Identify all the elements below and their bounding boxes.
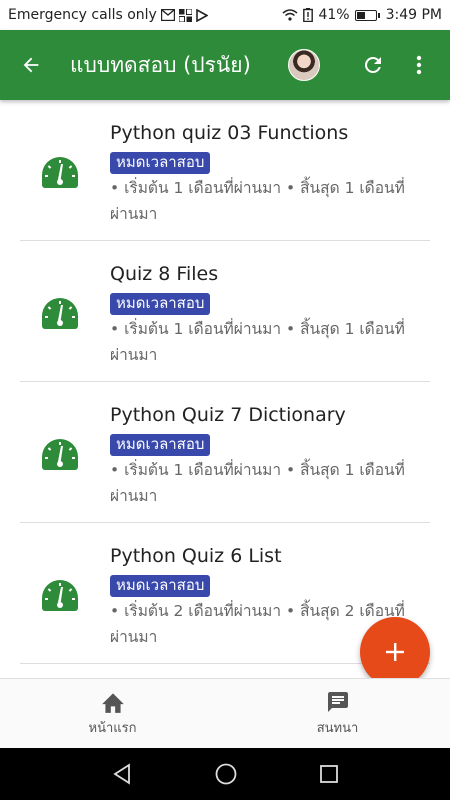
quiz-list-item[interactable]: Python Quiz 7 Dictionary หมดเวลาสอบ • เริ่… — [20, 382, 430, 523]
carrier-text: Emergency calls only — [8, 7, 157, 23]
app-grid-icon — [178, 8, 192, 22]
nav-chat-label: สนทนา — [316, 720, 359, 736]
more-vert-icon — [416, 55, 422, 75]
recents-square-icon[interactable] — [319, 764, 339, 784]
quiz-list-item[interactable]: Quiz 8 Files หมดเวลาสอบ • เริ่มต้น 1 เดือน… — [20, 241, 430, 382]
battery-percent: 41% — [318, 7, 350, 23]
quiz-title: Python Quiz 6 List — [110, 545, 282, 567]
add-icon — [386, 643, 404, 661]
quiz-dates: • เริ่มต้น 1 เดือนที่ผ่านมา • สิ้นสุด 1 … — [110, 461, 405, 505]
status-badge: หมดเวลาสอบ — [110, 434, 211, 456]
quiz-dates: • เริ่มต้น 1 เดือนที่ผ่านมา • สิ้นสุด 1 … — [110, 179, 405, 223]
arrow-back-icon — [23, 57, 39, 73]
refresh-icon — [364, 56, 381, 73]
quiz-gauge-icon — [40, 155, 80, 193]
status-badge: หมดเวลาสอบ — [110, 293, 211, 315]
status-badge: หมดเวลาสอบ — [110, 152, 211, 174]
back-triangle-icon[interactable] — [111, 763, 133, 785]
status-bar: Emergency calls only 41% 3:49 PM — [0, 0, 450, 30]
home-icon — [101, 692, 124, 713]
quiz-gauge-icon — [40, 437, 80, 475]
avatar[interactable] — [288, 49, 320, 81]
quiz-gauge-icon — [40, 296, 80, 334]
nav-chat[interactable]: สนทนา — [225, 679, 450, 748]
app-bar: แบบทดสอบ (ปรนัย) — [0, 30, 450, 100]
chat-icon — [327, 691, 348, 712]
quiz-gauge-icon — [40, 578, 80, 616]
quiz-title: Python Quiz 7 Dictionary — [110, 404, 346, 426]
quiz-title: Quiz 8 Files — [110, 263, 219, 285]
quiz-list: Python quiz 03 Functions หมดเวลาสอบ • เริ่… — [0, 100, 450, 678]
refresh-button[interactable] — [350, 30, 396, 100]
back-button[interactable] — [0, 30, 62, 100]
quiz-title: Python quiz 03 Functions — [110, 122, 349, 144]
bottom-nav: หน้าแรก สนทนา — [0, 678, 450, 748]
battery-level — [356, 11, 365, 19]
status-badge: หมดเวลาสอบ — [110, 575, 211, 597]
home-circle-icon[interactable] — [214, 762, 238, 786]
battery-icon — [354, 9, 380, 21]
quiz-list-item[interactable]: Python quiz 03 Functions หมดเวลาสอบ • เริ่… — [20, 100, 430, 241]
mail-icon — [160, 9, 175, 21]
clock: 3:49 PM — [385, 7, 442, 23]
page-title: แบบทดสอบ (ปรนัย) — [70, 52, 251, 77]
screen: Emergency calls only 41% 3:49 PM แบบทดสอ… — [0, 0, 450, 800]
add-button[interactable] — [360, 617, 430, 687]
nav-home[interactable]: หน้าแรก — [0, 679, 225, 748]
battery-alert-icon — [303, 8, 314, 22]
quiz-dates: • เริ่มต้น 1 เดือนที่ผ่านมา • สิ้นสุด 1 … — [110, 320, 405, 364]
play-store-icon — [196, 8, 208, 22]
nav-home-label: หน้าแรก — [88, 720, 137, 736]
system-nav-bar — [0, 748, 450, 800]
more-options-button[interactable] — [396, 30, 442, 100]
wifi-icon — [282, 9, 298, 21]
